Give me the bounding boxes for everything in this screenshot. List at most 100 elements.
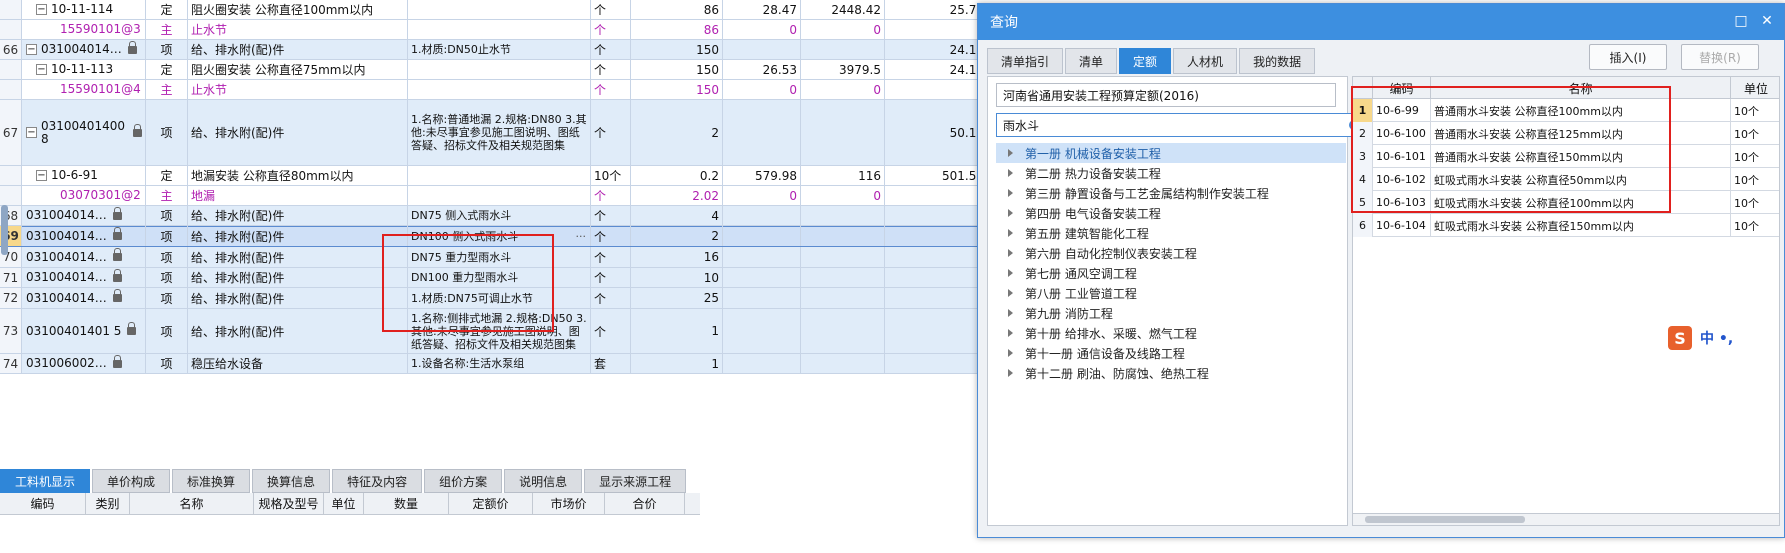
tab-bottom-2[interactable]: 标准换算 xyxy=(172,469,251,493)
unit-cell[interactable]: 个 xyxy=(591,80,631,99)
unit-cell[interactable]: 个 xyxy=(591,0,631,19)
price-cell[interactable] xyxy=(723,100,801,165)
tab-dialog-3[interactable]: 人材机 xyxy=(1173,48,1238,74)
collapse-icon[interactable]: − xyxy=(36,4,47,15)
tree-item[interactable]: 第二册 热力设备安装工程 xyxy=(996,163,1346,183)
code-cell[interactable]: −10-6-91 xyxy=(22,166,146,185)
type-cell[interactable]: 项 xyxy=(146,354,188,373)
tab-dialog-1[interactable]: 清单 xyxy=(1065,48,1118,74)
type-cell[interactable]: 主 xyxy=(146,20,188,39)
row-number[interactable] xyxy=(0,80,22,99)
name-cell[interactable]: 止水节 xyxy=(188,20,408,39)
name-cell[interactable]: 给、排水附(配)件 xyxy=(188,206,408,225)
price-cell[interactable] xyxy=(723,226,801,246)
features-cell[interactable]: DN100 重力型雨水斗 xyxy=(408,268,591,287)
unit-cell[interactable]: 个 xyxy=(591,226,631,246)
unit-cell[interactable]: 个 xyxy=(591,100,631,165)
tab-bottom-1[interactable]: 单价构成 xyxy=(92,469,171,493)
qty-cell[interactable]: 25 xyxy=(631,288,723,308)
features-cell[interactable] xyxy=(408,20,591,39)
expand-icon[interactable] xyxy=(1008,269,1013,277)
rate-cell[interactable]: 50.17 xyxy=(885,100,987,165)
expand-icon[interactable] xyxy=(1008,369,1013,377)
table-row[interactable]: 74 031006002… 项 稳压给水设备 1.设备名称:生活水泵组 套 1 0 xyxy=(0,354,987,374)
qty-cell[interactable]: 0.2 xyxy=(631,166,723,185)
expand-icon[interactable] xyxy=(1008,309,1013,317)
price-cell[interactable] xyxy=(723,309,801,353)
rate-cell[interactable]: 24.11 xyxy=(885,60,987,79)
more-icon[interactable]: ··· xyxy=(576,230,587,243)
price-cell[interactable]: 0 xyxy=(723,20,801,39)
type-cell[interactable]: 项 xyxy=(146,268,188,287)
expand-icon[interactable] xyxy=(1008,349,1013,357)
qty-cell[interactable]: 150 xyxy=(631,40,723,59)
features-cell[interactable]: DN75 侧入式雨水斗 xyxy=(408,206,591,225)
row-number[interactable]: 67 xyxy=(0,100,22,165)
table-row[interactable]: 70031004014…项给、排水附(配)件DN75 重力型雨水斗个160 xyxy=(0,247,987,268)
price-cell[interactable]: 28.47 xyxy=(723,0,801,19)
tab-dialog-2[interactable]: 定额 xyxy=(1119,48,1172,74)
unit-cell[interactable]: 个 xyxy=(591,20,631,39)
code-cell[interactable]: 031004014… xyxy=(22,206,146,225)
result-row[interactable]: 4 10-6-102 虹吸式雨水斗安装 公称直径50mm以内 10个 xyxy=(1353,168,1779,191)
unit-cell[interactable]: 个 xyxy=(591,247,631,267)
code-cell[interactable]: 031004014… xyxy=(22,268,146,287)
tab-bottom-7[interactable]: 显示来源工程 xyxy=(584,469,687,493)
vertical-scrollbar[interactable] xyxy=(1,205,8,255)
code-cell[interactable]: 03100401401 5 xyxy=(22,309,146,353)
name-cell[interactable]: 地漏安装 公称直径80mm以内 xyxy=(188,166,408,185)
tab-dialog-0[interactable]: 清单指引 xyxy=(987,48,1064,74)
tree-item[interactable]: 第十一册 通信设备及线路工程 xyxy=(996,343,1346,363)
result-row[interactable]: 5 10-6-103 虹吸式雨水斗安装 公称直径100mm以内 10个 xyxy=(1353,191,1779,214)
name-cell[interactable]: 给、排水附(配)件 xyxy=(188,288,408,308)
features-cell[interactable] xyxy=(408,186,591,205)
table-row[interactable]: 68031004014…项给、排水附(配)件DN75 侧入式雨水斗个40 xyxy=(0,206,987,226)
name-cell[interactable]: 地漏 xyxy=(188,186,408,205)
features-cell[interactable]: 1.名称:侧排式地漏 2.规格:DN50 3.其他:未尽事宜参见施工图说明、图纸… xyxy=(408,309,591,353)
qty-cell[interactable]: 1 xyxy=(631,354,723,373)
rate-cell[interactable]: 25.78 xyxy=(885,0,987,19)
table-row[interactable]: 67−03100401400 8 项 给、排水附(配)件 1.名称:普通地漏 2.规格… xyxy=(0,100,987,166)
type-cell[interactable]: 主 xyxy=(146,80,188,99)
type-cell[interactable]: 项 xyxy=(146,40,188,59)
name-cell[interactable]: 给、排水附(配)件 xyxy=(188,100,408,165)
table-row[interactable]: −10-11-113 定 阻火圈安装 公称直径75mm以内 个 150 26.53 3979… xyxy=(0,60,987,80)
price-cell[interactable]: 579.98 xyxy=(723,166,801,185)
qty-cell[interactable]: 2 xyxy=(631,100,723,165)
expand-icon[interactable] xyxy=(1008,149,1013,157)
rate-cell[interactable]: 0 xyxy=(885,226,987,246)
result-row[interactable]: 3 10-6-101 普通雨水斗安装 公称直径150mm以内 10个 xyxy=(1353,145,1779,168)
features-cell[interactable]: 1.材质:DN50止水节 xyxy=(408,40,591,59)
unit-cell[interactable]: 套 xyxy=(591,354,631,373)
total-cell[interactable]: 116 xyxy=(801,166,885,185)
tab-bottom-3[interactable]: 换算信息 xyxy=(252,469,331,493)
tree-item[interactable]: 第七册 通风空调工程 xyxy=(996,263,1346,283)
qty-cell[interactable]: 150 xyxy=(631,80,723,99)
type-cell[interactable]: 项 xyxy=(146,309,188,353)
qty-cell[interactable]: 2 xyxy=(631,226,723,246)
type-cell[interactable]: 定 xyxy=(146,0,188,19)
collapse-icon[interactable]: − xyxy=(36,64,47,75)
total-cell[interactable]: 0 xyxy=(801,20,885,39)
total-cell[interactable] xyxy=(801,309,885,353)
name-cell[interactable]: 给、排水附(配)件 xyxy=(188,40,408,59)
tree-item[interactable]: 第十二册 刷油、防腐蚀、绝热工程 xyxy=(996,363,1346,383)
name-cell[interactable]: 给、排水附(配)件 xyxy=(188,268,408,287)
price-cell[interactable] xyxy=(723,268,801,287)
features-cell[interactable]: 1.设备名称:生活水泵组 xyxy=(408,354,591,373)
total-cell[interactable]: 3979.5 xyxy=(801,60,885,79)
code-cell[interactable]: 031004014… xyxy=(22,247,146,267)
row-number[interactable] xyxy=(0,186,22,205)
result-row[interactable]: 2 10-6-100 普通雨水斗安装 公称直径125mm以内 10个 xyxy=(1353,122,1779,145)
name-cell[interactable]: 给、排水附(配)件 xyxy=(188,309,408,353)
tree-item[interactable]: 第九册 消防工程 xyxy=(996,303,1346,323)
tab-bottom-4[interactable]: 特征及内容 xyxy=(332,469,423,493)
collapse-icon[interactable]: − xyxy=(36,170,47,181)
code-cell[interactable]: 031006002… xyxy=(22,354,146,373)
expand-icon[interactable] xyxy=(1008,329,1013,337)
rate-cell[interactable]: 0 xyxy=(885,309,987,353)
qty-cell[interactable]: 16 xyxy=(631,247,723,267)
code-cell[interactable]: 15590101@4 xyxy=(22,80,146,99)
qty-cell[interactable]: 86 xyxy=(631,20,723,39)
result-row[interactable]: 1 10-6-99 普通雨水斗安装 公称直径100mm以内 10个 xyxy=(1353,99,1779,122)
